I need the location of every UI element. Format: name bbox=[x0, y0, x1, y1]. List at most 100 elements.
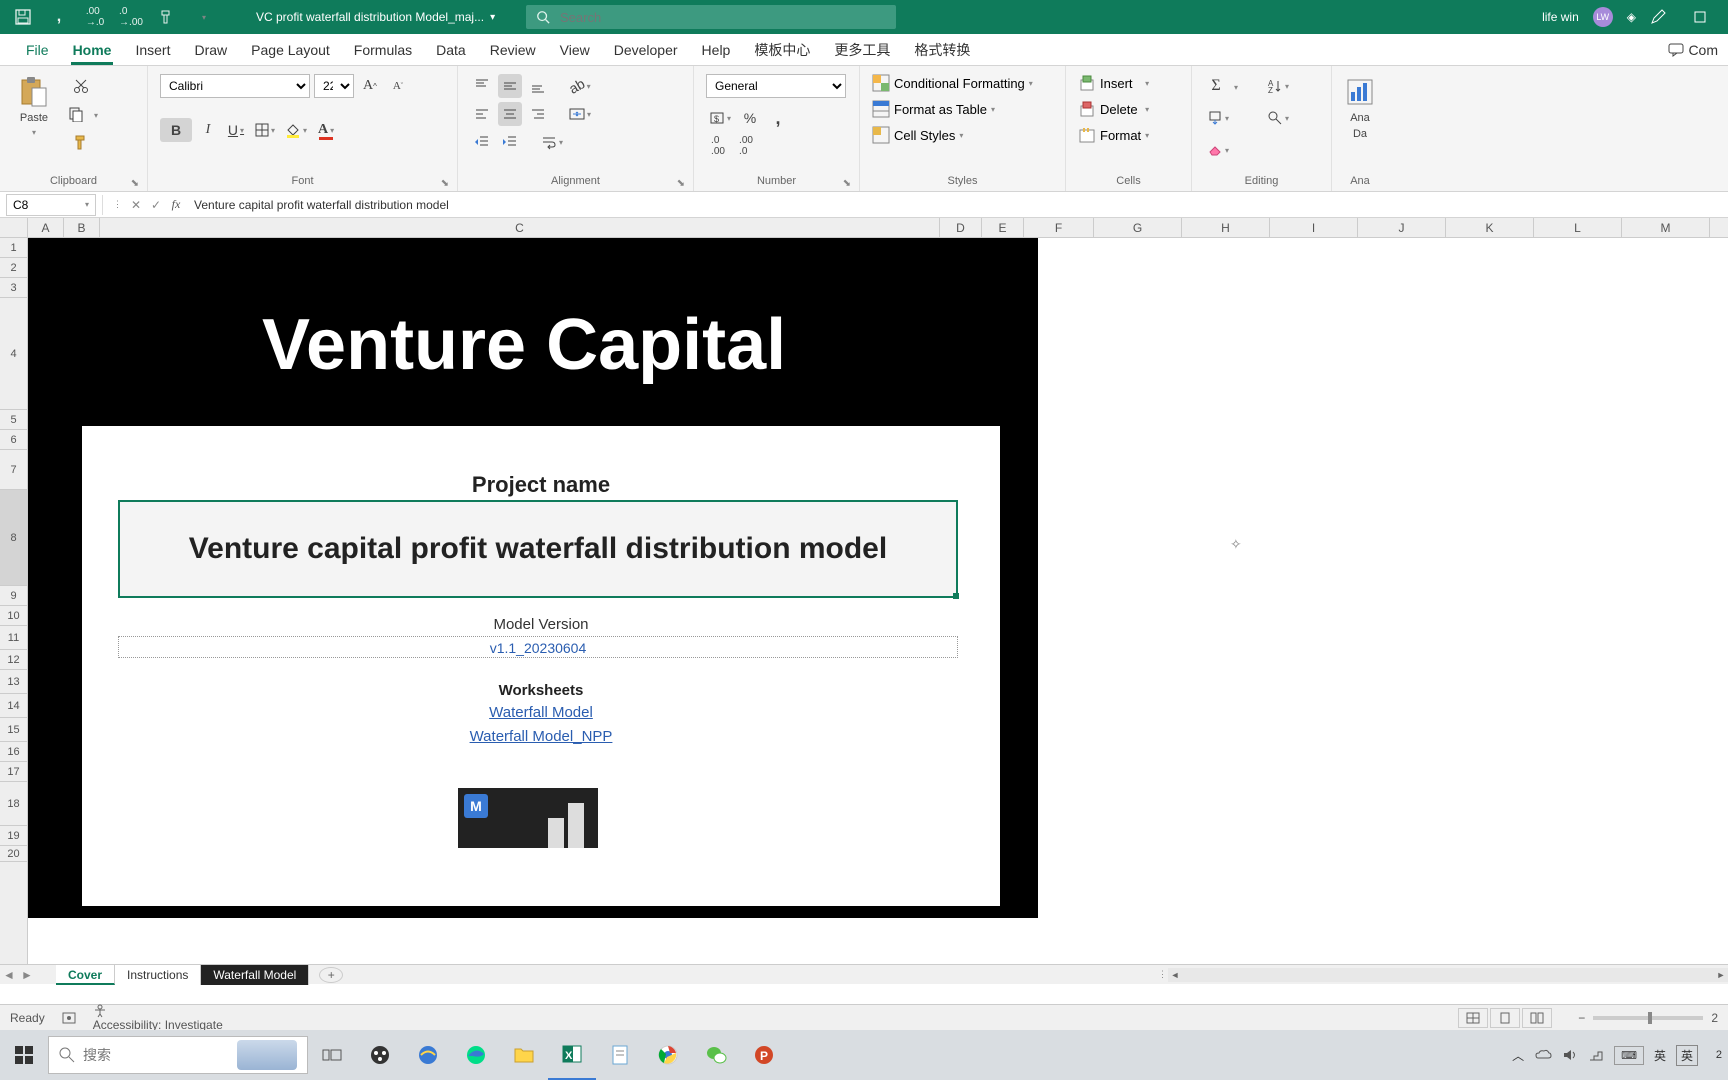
font-size-select[interactable]: 22 bbox=[314, 74, 354, 98]
decrease-font-button[interactable]: Aˇ bbox=[386, 74, 410, 98]
tab-developer[interactable]: Developer bbox=[602, 34, 690, 65]
tab-formulas[interactable]: Formulas bbox=[342, 34, 424, 65]
row-header[interactable]: 2 bbox=[0, 258, 27, 278]
insert-function-button[interactable]: fx bbox=[166, 197, 186, 212]
format-painter-button[interactable] bbox=[64, 130, 98, 154]
border-button[interactable] bbox=[252, 118, 278, 142]
italic-button[interactable]: I bbox=[196, 118, 220, 142]
taskbar-powerpoint[interactable]: P bbox=[740, 1030, 788, 1080]
column-header[interactable]: K bbox=[1446, 218, 1534, 237]
row-header[interactable]: 5 bbox=[0, 410, 27, 430]
analyze-data-button[interactable]: Ana Da bbox=[1340, 70, 1380, 140]
copy-dropdown[interactable] bbox=[92, 105, 98, 123]
align-top-button[interactable] bbox=[470, 74, 494, 98]
tab-help[interactable]: Help bbox=[690, 34, 743, 65]
accept-formula-button[interactable]: ✓ bbox=[146, 198, 166, 212]
zoom-slider[interactable] bbox=[1593, 1016, 1703, 1020]
fill-color-button[interactable] bbox=[282, 118, 310, 142]
sheet-tab-cover[interactable]: Cover bbox=[56, 965, 115, 985]
taskbar-app-1[interactable] bbox=[356, 1030, 404, 1080]
row-header[interactable]: 14 bbox=[0, 694, 27, 718]
column-header[interactable]: E bbox=[982, 218, 1024, 237]
user-avatar[interactable]: LW bbox=[1593, 7, 1613, 27]
paste-button[interactable]: Paste ▾ bbox=[8, 70, 60, 137]
minimize-button[interactable] bbox=[1680, 0, 1720, 34]
tab-template-center[interactable]: 模板中心 bbox=[742, 34, 822, 65]
scroll-left-button[interactable]: ◄ bbox=[1168, 970, 1182, 980]
increase-decimal-icon[interactable]: .0→.00 bbox=[122, 8, 140, 26]
sheet-nav-prev[interactable]: ◄ bbox=[0, 968, 18, 982]
page-layout-view-button[interactable] bbox=[1490, 1008, 1520, 1028]
increase-indent-button[interactable] bbox=[498, 130, 522, 154]
row-header[interactable]: 17 bbox=[0, 762, 27, 782]
zoom-out-button[interactable]: − bbox=[1578, 1011, 1585, 1025]
column-header[interactable]: G bbox=[1094, 218, 1182, 237]
worksheet-link-1[interactable]: Waterfall Model bbox=[82, 704, 1000, 721]
increase-decimal-button[interactable]: .0.00 bbox=[706, 134, 730, 158]
row-header[interactable]: 20 bbox=[0, 846, 27, 862]
sort-filter-button[interactable]: AZ bbox=[1264, 74, 1292, 98]
bold-button[interactable]: B bbox=[160, 118, 192, 142]
sheet-nav-next[interactable]: ► bbox=[18, 968, 36, 982]
font-launcher[interactable]: ⬊ bbox=[441, 178, 449, 189]
conditional-formatting-button[interactable]: Conditional Formatting▾ bbox=[872, 74, 1033, 92]
taskbar-wechat[interactable] bbox=[692, 1030, 740, 1080]
row-header[interactable]: 8 bbox=[0, 490, 27, 586]
column-header[interactable]: A bbox=[28, 218, 64, 237]
page-break-view-button[interactable] bbox=[1522, 1008, 1552, 1028]
tray-ime-lang[interactable]: 英 bbox=[1654, 1047, 1666, 1064]
number-format-select[interactable]: General bbox=[706, 74, 846, 98]
search-box[interactable] bbox=[526, 5, 896, 29]
tray-onedrive-icon[interactable] bbox=[1534, 1048, 1552, 1062]
row-header[interactable]: 19 bbox=[0, 826, 27, 846]
tray-ime-mode[interactable]: 英 bbox=[1676, 1045, 1698, 1066]
normal-view-button[interactable] bbox=[1458, 1008, 1488, 1028]
copy-button[interactable] bbox=[64, 102, 88, 126]
document-title[interactable]: VC profit waterfall distribution Model_m… bbox=[256, 10, 516, 24]
new-sheet-button[interactable]: + bbox=[319, 967, 343, 983]
increase-font-button[interactable]: A^ bbox=[358, 74, 382, 98]
name-box[interactable]: C8 ▾ bbox=[6, 194, 96, 216]
column-header[interactable]: I bbox=[1270, 218, 1358, 237]
wrap-text-button[interactable] bbox=[538, 130, 566, 154]
align-center-button[interactable] bbox=[498, 102, 522, 126]
taskbar-ie[interactable] bbox=[404, 1030, 452, 1080]
column-header[interactable]: H bbox=[1182, 218, 1270, 237]
column-header[interactable]: B bbox=[64, 218, 100, 237]
merge-button[interactable] bbox=[566, 102, 594, 126]
delete-cells-button[interactable]: Delete ▾ bbox=[1078, 100, 1149, 118]
tab-review[interactable]: Review bbox=[478, 34, 548, 65]
user-name[interactable]: life win bbox=[1542, 10, 1579, 24]
insert-cells-button[interactable]: Insert ▾ bbox=[1078, 74, 1149, 92]
percent-button[interactable]: % bbox=[738, 106, 762, 130]
alignment-launcher[interactable]: ⬊ bbox=[677, 178, 685, 189]
row-header[interactable]: 4 bbox=[0, 298, 27, 410]
taskbar-excel[interactable]: X bbox=[548, 1030, 596, 1080]
pen-icon[interactable] bbox=[1650, 9, 1666, 25]
tray-volume-icon[interactable] bbox=[1562, 1048, 1578, 1062]
tab-view[interactable]: View bbox=[548, 34, 602, 65]
qat-customize-dropdown[interactable] bbox=[194, 8, 212, 26]
task-view-button[interactable] bbox=[308, 1030, 356, 1080]
row-header[interactable]: 12 bbox=[0, 650, 27, 670]
cut-button[interactable] bbox=[64, 74, 98, 98]
spreadsheet-grid[interactable]: ABCDEFGHIJKLM 12345678910111213141516171… bbox=[0, 218, 1728, 964]
scroll-right-button[interactable]: ► bbox=[1714, 970, 1728, 980]
row-header[interactable]: 10 bbox=[0, 606, 27, 626]
taskbar-notepad[interactable] bbox=[596, 1030, 644, 1080]
row-header[interactable]: 9 bbox=[0, 586, 27, 606]
row-header[interactable]: 13 bbox=[0, 670, 27, 694]
comments-button[interactable]: Com bbox=[1658, 34, 1728, 65]
taskbar-chrome[interactable] bbox=[644, 1030, 692, 1080]
diamond-icon[interactable]: ◈ bbox=[1627, 10, 1636, 24]
column-header[interactable]: C bbox=[100, 218, 940, 237]
model-version-cell[interactable]: v1.1_20230604 bbox=[118, 636, 958, 658]
start-button[interactable] bbox=[0, 1030, 48, 1080]
cell-styles-button[interactable]: Cell Styles▾ bbox=[872, 126, 1033, 144]
save-icon[interactable] bbox=[14, 8, 32, 26]
column-header[interactable]: F bbox=[1024, 218, 1094, 237]
orientation-button[interactable]: ab bbox=[566, 74, 594, 98]
tab-file[interactable]: File bbox=[14, 34, 61, 65]
horizontal-scrollbar[interactable]: ◄ ► bbox=[1168, 968, 1728, 982]
tray-network-icon[interactable] bbox=[1588, 1048, 1604, 1062]
